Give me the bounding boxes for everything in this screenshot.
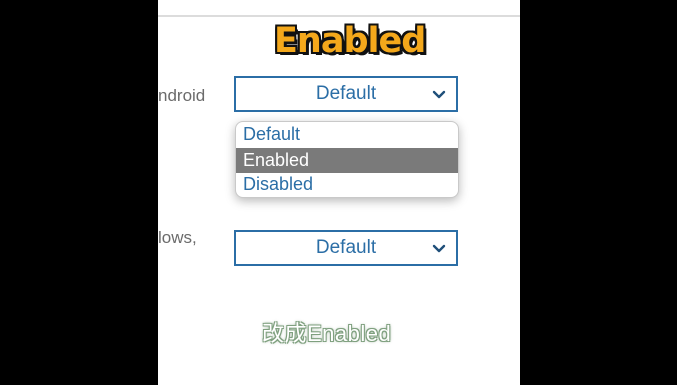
option-default[interactable]: Default — [236, 122, 458, 147]
option-enabled[interactable]: Enabled — [236, 148, 458, 173]
chevron-down-icon — [432, 244, 446, 253]
android-select[interactable]: Default — [234, 76, 458, 112]
select-value: Default — [315, 237, 377, 258]
option-disabled[interactable]: Disabled — [236, 172, 458, 197]
windows-select[interactable]: Default — [234, 230, 458, 266]
dropdown-menu: Default Enabled Disabled — [235, 121, 459, 198]
overlay-title: Enabled — [274, 21, 426, 61]
divider — [158, 15, 520, 17]
subtitle-caption: 改成Enabled — [262, 321, 392, 346]
setting-label-android: ndroid — [158, 86, 206, 105]
chevron-down-icon — [432, 90, 446, 99]
setting-label-windows: lows, — [158, 228, 197, 247]
select-value: Default — [315, 83, 377, 104]
